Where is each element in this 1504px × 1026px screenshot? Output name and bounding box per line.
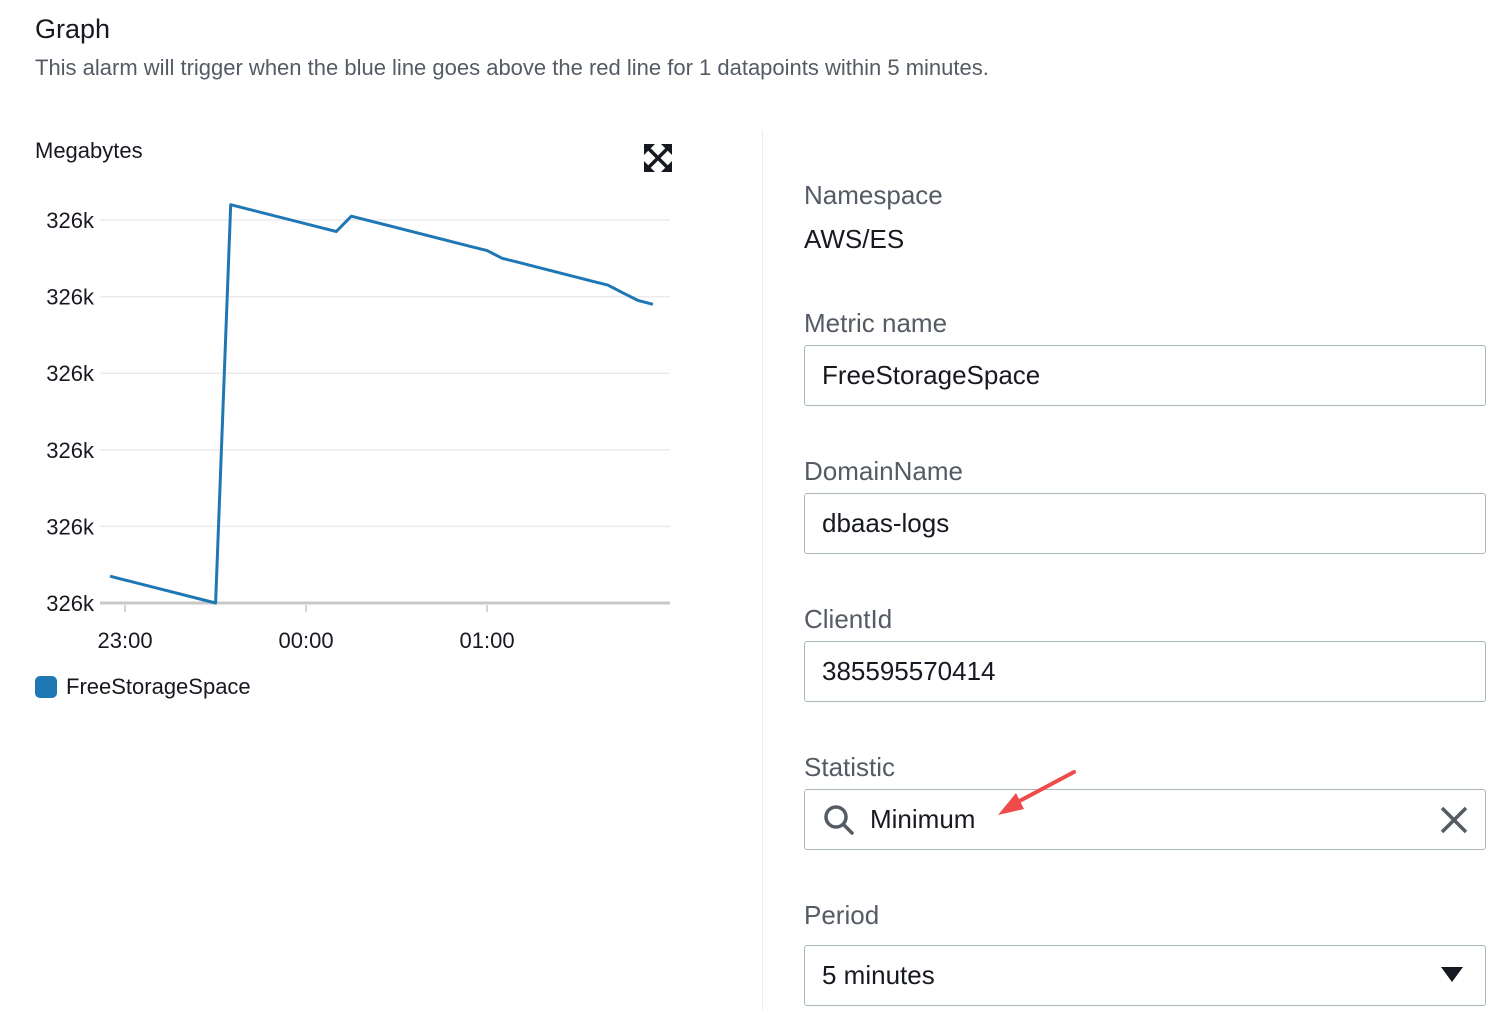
statistic-field[interactable]: Minimum bbox=[804, 789, 1486, 850]
metric-name-label: Metric name bbox=[804, 308, 948, 338]
metric-chart: 326k 326k 326k 326k 326k 326k 23:00 00:00 01:00 bbox=[46, 203, 670, 653]
x-tick-label: 01:00 bbox=[460, 628, 515, 653]
metric-name-value: FreeStorageSpace bbox=[822, 360, 1041, 390]
y-tick-label: 326k bbox=[46, 208, 95, 233]
y-tick-label: 326k bbox=[46, 438, 95, 463]
annotation-arrow bbox=[998, 770, 1076, 815]
y-tick-label: 326k bbox=[46, 514, 95, 539]
metric-name-field[interactable]: FreeStorageSpace bbox=[804, 345, 1486, 406]
graph-description: This alarm will trigger when the blue li… bbox=[35, 55, 989, 80]
statistic-label: Statistic bbox=[804, 752, 896, 782]
period-label: Period bbox=[804, 900, 880, 930]
statistic-value: Minimum bbox=[870, 804, 976, 834]
client-id-field[interactable]: 385595570414 bbox=[804, 641, 1486, 702]
client-id-value: 385595570414 bbox=[822, 656, 996, 686]
x-tick-label: 00:00 bbox=[279, 628, 334, 653]
series-line-freestoragespace[interactable] bbox=[109, 203, 654, 605]
domain-name-label: DomainName bbox=[804, 456, 963, 486]
y-tick-label: 326k bbox=[46, 591, 95, 616]
legend-label: FreeStorageSpace bbox=[66, 674, 251, 699]
chart-unit-label: Megabytes bbox=[35, 138, 143, 163]
expand-icon[interactable] bbox=[640, 140, 676, 176]
client-id-label: ClientId bbox=[804, 604, 893, 634]
x-tick-label: 23:00 bbox=[98, 628, 153, 653]
panel-divider bbox=[762, 130, 763, 1010]
clear-icon[interactable] bbox=[1437, 803, 1471, 837]
chart-legend[interactable]: FreeStorageSpace bbox=[35, 674, 251, 700]
search-icon bbox=[822, 803, 856, 837]
graph-title: Graph bbox=[35, 14, 111, 44]
caret-down-icon bbox=[1441, 967, 1463, 982]
domain-name-value: dbaas-logs bbox=[822, 508, 950, 538]
y-tick-label: 326k bbox=[46, 285, 95, 310]
legend-swatch bbox=[35, 676, 57, 698]
period-value: 5 minutes bbox=[822, 960, 935, 990]
domain-name-field[interactable]: dbaas-logs bbox=[804, 493, 1486, 554]
y-tick-label: 326k bbox=[46, 361, 95, 386]
namespace-value: AWS/ES bbox=[804, 224, 905, 254]
namespace-label: Namespace bbox=[804, 180, 943, 210]
period-select[interactable]: 5 minutes bbox=[804, 945, 1486, 1006]
